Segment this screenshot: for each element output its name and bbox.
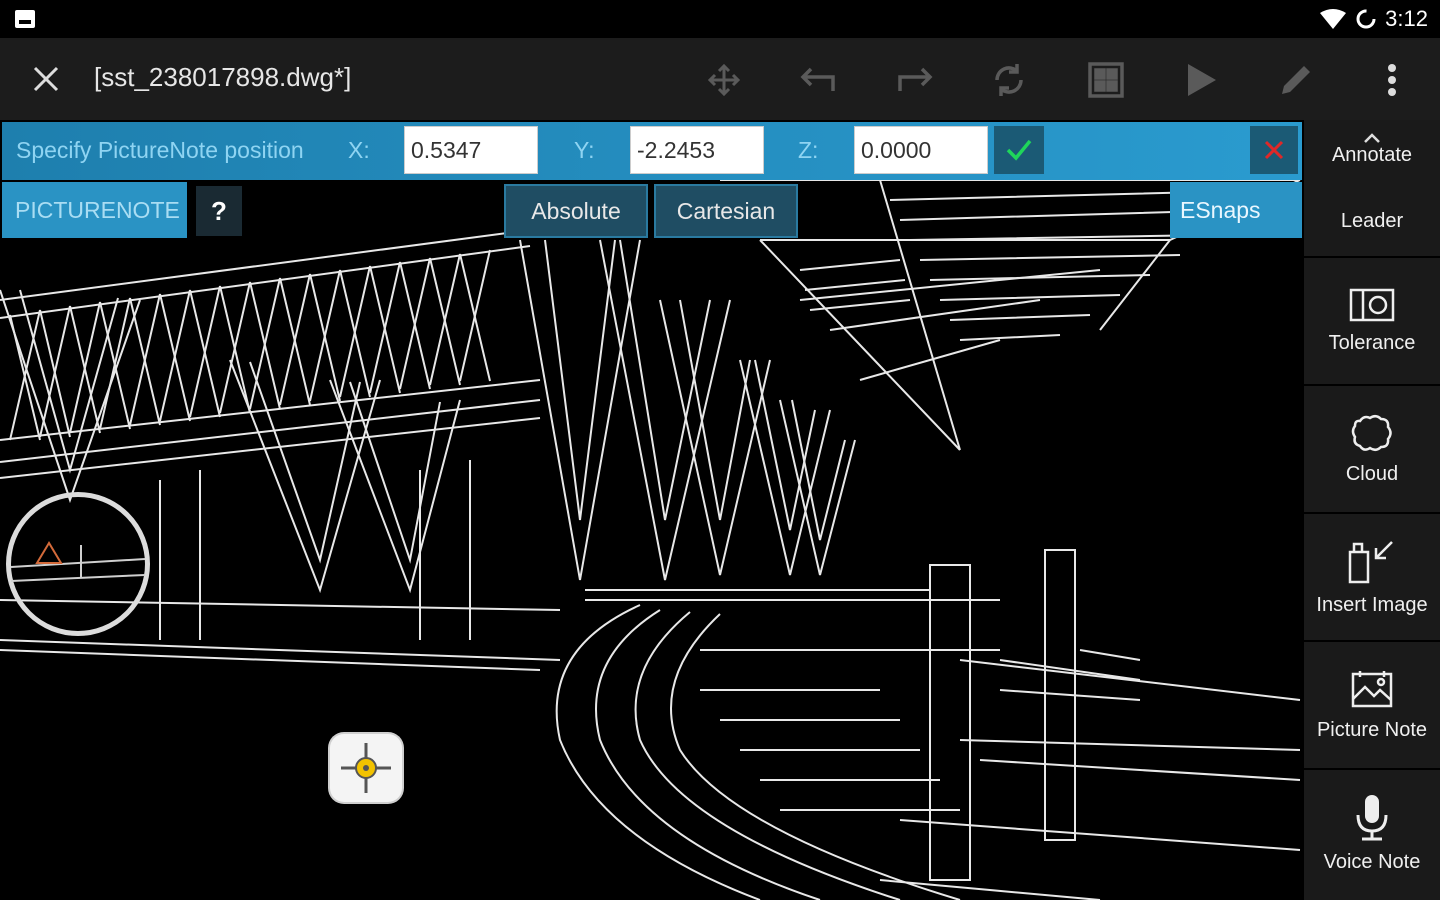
z-label: Z: (798, 137, 819, 163)
picture-note-icon (1351, 670, 1393, 707)
y-coordinate-input[interactable] (630, 126, 764, 174)
move-icon[interactable] (700, 56, 748, 104)
undo-icon[interactable] (795, 56, 843, 104)
tab-annotate-label: Annotate (1331, 144, 1413, 166)
voice-note-icon (1356, 794, 1388, 840)
close-red-icon (1264, 140, 1284, 160)
esnaps-button[interactable]: ESnaps (1170, 182, 1302, 238)
file-title: [sst_238017898.dwg*] (94, 62, 352, 92)
tolerance-label: Tolerance (1328, 331, 1416, 354)
voice-note-label: Voice Note (1323, 850, 1421, 873)
picture-note-button[interactable]: Picture Note (1304, 642, 1440, 768)
x-label: X: (348, 137, 370, 163)
status-right: 3:12 (1319, 5, 1428, 33)
close-icon[interactable] (26, 59, 66, 99)
play-icon[interactable] (1177, 56, 1225, 104)
command-prompt: Specify PictureNote position (16, 137, 304, 163)
wifi-icon (1320, 9, 1347, 29)
z-coordinate-input[interactable] (854, 126, 988, 174)
picture-note-label: Picture Note (1316, 718, 1428, 741)
tolerance-button[interactable]: Tolerance (1304, 258, 1440, 384)
cancel-button[interactable] (1250, 126, 1298, 174)
absolute-toggle[interactable]: Absolute (504, 184, 648, 238)
app-window: 3:12 [sst_238017898.dwg*] Specify Pictur… (0, 0, 1440, 900)
chevron-up-icon (1364, 133, 1380, 143)
insert-image-button[interactable]: Insert Image (1304, 514, 1440, 640)
clock: 3:12 (1385, 6, 1428, 31)
tab-leader-label: Leader (1340, 210, 1404, 232)
sync-icon[interactable] (985, 56, 1033, 104)
command-name-badge: PICTURENOTE (2, 182, 187, 238)
grid-icon[interactable] (1082, 56, 1130, 104)
voice-note-button[interactable]: Voice Note (1304, 770, 1440, 896)
command-input-bar: Specify PictureNote position X: Y: Z: (2, 122, 1302, 180)
cloud-label: Cloud (1345, 462, 1399, 485)
tolerance-icon (1349, 288, 1395, 321)
confirm-button[interactable] (994, 126, 1044, 174)
cloud-button[interactable]: Cloud (1304, 386, 1440, 512)
magnifier-loupe (6, 492, 150, 636)
checkmark-icon (1006, 139, 1032, 161)
more-icon[interactable] (1368, 56, 1416, 104)
loupe-content (10, 541, 146, 582)
snap-crosshair-button[interactable] (330, 734, 402, 802)
drawing-canvas[interactable] (0, 120, 1304, 900)
x-coordinate-input[interactable] (404, 126, 538, 174)
cloud-icon (1351, 414, 1392, 451)
notification-icon (15, 10, 35, 28)
annotate-panel: Annotate Leader Tolerance Cloud Insert I… (1304, 120, 1440, 900)
sync-status-icon (1356, 9, 1376, 29)
cad-drawing (0, 179, 1301, 900)
top-toolbar: [sst_238017898.dwg*] (0, 38, 1440, 120)
insert-image-icon (1348, 540, 1393, 583)
y-label: Y: (574, 137, 595, 163)
crosshair-icon (341, 743, 391, 793)
insert-image-label: Insert Image (1316, 593, 1428, 616)
help-button[interactable]: ? (196, 186, 242, 236)
tab-annotate[interactable]: Annotate (1304, 132, 1440, 202)
redo-icon[interactable] (890, 56, 938, 104)
pencil-icon[interactable] (1272, 56, 1320, 104)
cartesian-toggle[interactable]: Cartesian (654, 184, 798, 238)
status-bar: 3:12 (0, 0, 1440, 38)
tab-leader[interactable]: Leader (1304, 210, 1440, 250)
